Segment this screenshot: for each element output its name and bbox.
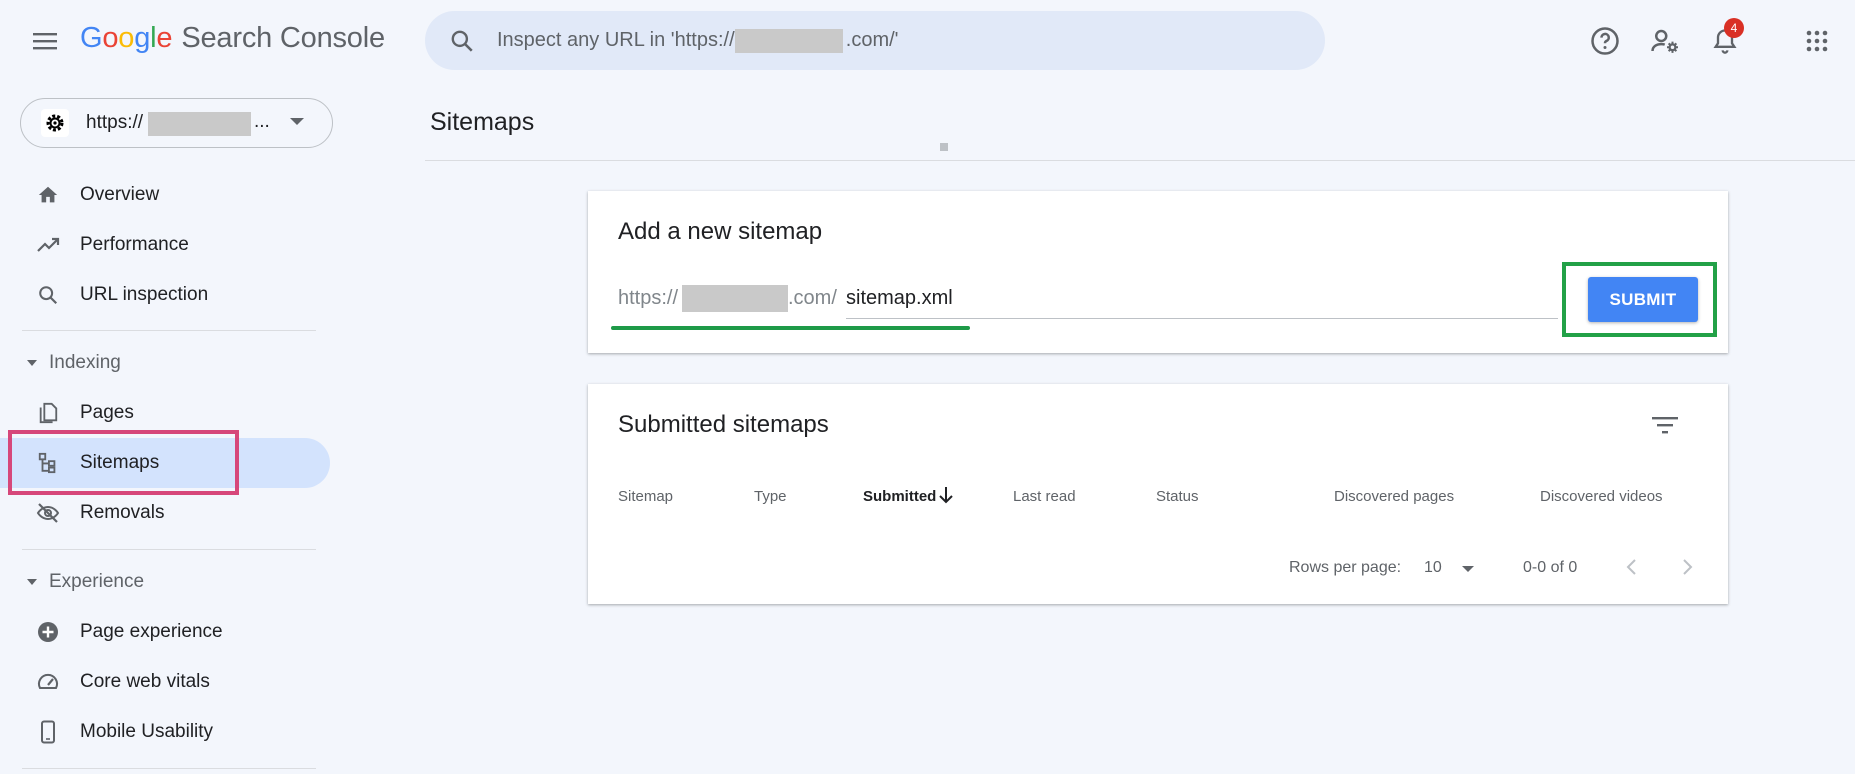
input-highlight-underline	[611, 326, 970, 330]
sidebar-section-experience[interactable]: Experience	[0, 562, 330, 602]
sidebar-item-core-web-vitals[interactable]: Core web vitals	[0, 657, 330, 707]
sidebar-item-performance[interactable]: Performance	[0, 220, 330, 270]
sitemap-url-input[interactable]	[846, 279, 1558, 319]
add-sitemap-card: Add a new sitemap https:// .com/ SUBMIT	[588, 191, 1728, 353]
header-divider	[425, 160, 1855, 161]
redacted-domain	[148, 112, 251, 136]
property-gear-icon	[41, 109, 69, 137]
pages-icon	[34, 399, 62, 427]
sidebar-item-label: Removals	[80, 502, 165, 523]
search-input[interactable]	[497, 29, 1277, 52]
column-header-last-read[interactable]: Last read	[1013, 488, 1076, 505]
pagination-range: 0-0 of 0	[1523, 559, 1578, 576]
sidebar-item-pages[interactable]: Pages	[0, 388, 330, 438]
sidebar-item-removals[interactable]: Removals	[0, 488, 330, 538]
home-icon	[34, 181, 62, 209]
notifications-button[interactable]: 4	[1706, 18, 1744, 60]
search-icon	[447, 26, 477, 56]
filter-icon	[1652, 417, 1678, 434]
phone-icon	[34, 718, 62, 746]
collapse-triangle-icon	[27, 579, 37, 585]
search-icon	[34, 281, 62, 309]
sidebar-item-label: Performance	[80, 234, 189, 255]
plus-circle-icon	[34, 618, 62, 646]
redacted-domain	[682, 285, 788, 312]
next-page-button[interactable]	[1671, 551, 1703, 583]
apps-button[interactable]	[1798, 22, 1836, 60]
gauge-icon	[34, 668, 62, 696]
previous-page-button[interactable]	[1616, 551, 1648, 583]
eye-off-icon	[34, 499, 62, 527]
section-label: Experience	[49, 571, 145, 592]
chevron-down-icon[interactable]	[1462, 566, 1474, 572]
main-menu-button[interactable]	[28, 24, 62, 58]
column-header-sitemap[interactable]: Sitemap	[618, 488, 673, 505]
notification-count-badge: 4	[1724, 18, 1744, 38]
logo-letter: e	[156, 22, 173, 54]
sitemap-icon	[34, 449, 62, 477]
arrow-down-icon	[939, 487, 953, 504]
rows-per-page-select[interactable]: 10	[1424, 559, 1442, 577]
column-header-discovered-videos[interactable]: Discovered videos	[1540, 488, 1663, 505]
column-header-discovered-pages[interactable]: Discovered pages	[1334, 488, 1454, 505]
chevron-right-icon	[1683, 559, 1693, 575]
sidebar-item-label: Page experience	[80, 621, 223, 642]
google-search-console-logo[interactable]: Google Search Console	[80, 22, 385, 55]
sidebar-item-overview[interactable]: Overview	[0, 170, 330, 220]
redacted-domain	[735, 29, 843, 53]
filter-button[interactable]	[1648, 408, 1682, 442]
top-bar: Google Search Console 4	[0, 0, 1855, 82]
sidebar-item-label: Core web vitals	[80, 671, 210, 692]
sidebar-item-label: Mobile Usability	[80, 721, 214, 742]
resize-handle	[940, 143, 948, 151]
sitemap-url-suffix: .com/	[788, 287, 837, 309]
url-inspection-search[interactable]	[425, 11, 1325, 70]
property-selector[interactable]: https:// ...	[20, 98, 333, 148]
sidebar-item-label: Sitemaps	[80, 452, 160, 473]
sidebar-divider	[22, 768, 316, 769]
logo-letter: G	[80, 22, 103, 54]
sidebar-divider	[22, 549, 316, 550]
section-label: Indexing	[49, 352, 121, 373]
hamburger-icon	[33, 33, 57, 50]
property-ellipsis: ...	[254, 111, 270, 132]
product-name: Search Console	[181, 22, 385, 54]
add-sitemap-title: Add a new sitemap	[618, 218, 823, 245]
trending-icon	[34, 231, 62, 259]
page-title: Sitemaps	[430, 108, 535, 136]
chevron-left-icon	[1626, 559, 1636, 575]
rows-per-page-label: Rows per page:	[1289, 559, 1402, 576]
submit-button[interactable]: SUBMIT	[1588, 277, 1698, 322]
sidebar-item-label: Pages	[80, 402, 134, 423]
help-button[interactable]	[1586, 22, 1624, 60]
manage-users-icon	[1651, 29, 1678, 53]
submitted-sitemaps-card: Submitted sitemaps Sitemap Type Submitte…	[588, 384, 1728, 604]
collapse-triangle-icon	[27, 360, 37, 366]
logo-letter: g	[134, 22, 151, 54]
logo-letter: o	[102, 22, 119, 54]
column-header-submitted[interactable]: Submitted	[863, 488, 936, 505]
sidebar-item-mobile-usability[interactable]: Mobile Usability	[0, 707, 330, 757]
sidebar-item-sitemaps[interactable]: Sitemaps	[0, 438, 330, 488]
sidebar-item-url-inspection[interactable]: URL inspection	[0, 270, 330, 320]
property-url: https://	[86, 112, 144, 133]
sidebar-item-page-experience[interactable]: Page experience	[0, 607, 330, 657]
chevron-down-icon	[290, 118, 304, 125]
column-header-type[interactable]: Type	[754, 488, 787, 505]
sidebar-item-label: URL inspection	[80, 284, 209, 305]
column-header-status[interactable]: Status	[1156, 488, 1199, 505]
sitemap-url-prefix: https://	[618, 287, 679, 309]
sidebar-section-indexing[interactable]: Indexing	[0, 343, 330, 383]
help-icon	[1591, 27, 1619, 55]
logo-letter: o	[118, 22, 135, 54]
sidebar-divider	[22, 330, 316, 331]
manage-users-button[interactable]	[1646, 22, 1684, 60]
submitted-sitemaps-title: Submitted sitemaps	[618, 411, 829, 438]
apps-grid-icon	[1806, 30, 1828, 52]
sidebar-item-label: Overview	[80, 184, 160, 205]
